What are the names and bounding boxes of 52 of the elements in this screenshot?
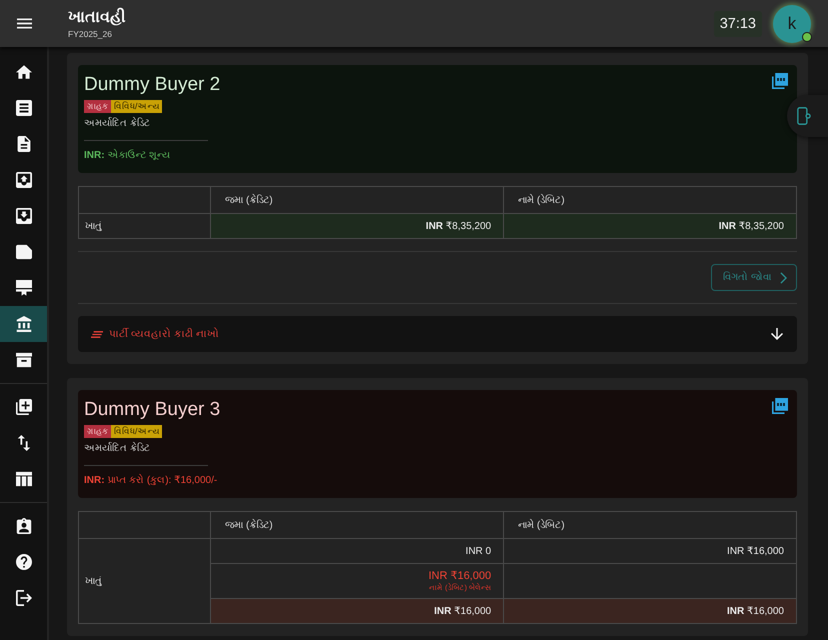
row-header: ખાતું	[78, 214, 211, 238]
delete-transactions-button[interactable]: પાર્ટી વ્યવહારો કાઢી નાખો	[78, 316, 797, 352]
note-icon	[16, 244, 32, 260]
category-label: વિવિધ/અન્ય	[111, 100, 162, 113]
balance-summary: INR: પ્રાપ્ત કરો (કુલ): ₹16,000/-	[84, 474, 218, 488]
upload-tray-icon	[16, 172, 32, 188]
category-label: વિવિધ/અન્ય	[111, 425, 162, 438]
row-header: ખાતું	[78, 538, 211, 624]
app-title: ખાતાવહી	[68, 7, 126, 28]
clipboard-person-icon	[16, 518, 32, 534]
table-cell: INR 0	[210, 538, 504, 564]
avatar-button[interactable]: k	[773, 4, 811, 42]
column-header: નામે (ડેબિટ)	[504, 512, 796, 538]
text-page-icon	[16, 100, 32, 116]
home-icon	[16, 64, 32, 80]
table-cell: INR ₹16,000	[504, 598, 796, 624]
fiscal-year-label: FY2025_26	[68, 29, 113, 40]
chevron-right-icon	[780, 272, 787, 284]
table-cell: INR ₹8,35,200	[504, 214, 796, 238]
party-name: Dummy Buyer 3	[84, 398, 220, 422]
table-cell: INR ₹16,000	[210, 598, 504, 624]
stacked-pages-icon[interactable]	[772, 398, 788, 414]
party-name: Dummy Buyer 2	[84, 73, 220, 97]
card-ribbon-icon	[16, 280, 32, 296]
arrow-down-icon	[771, 328, 783, 340]
table-cell: INR ₹8,35,200	[210, 214, 504, 238]
logout-icon	[16, 590, 32, 606]
archive-box-icon	[16, 352, 32, 368]
menu-icon[interactable]	[16, 18, 32, 29]
download-tray-icon	[16, 208, 32, 224]
category-label: ગ્રાહક	[84, 425, 111, 438]
session-timer: 37:13	[714, 10, 762, 36]
category-label: ગ્રાહક	[84, 100, 111, 113]
file-icon	[16, 136, 32, 152]
table-icon	[16, 471, 32, 487]
table-cell: INR ₹16,000	[504, 538, 796, 564]
amount-text: INR ₹16,000	[427, 570, 492, 582]
bank-icon	[16, 316, 32, 332]
stacked-lines-icon	[91, 330, 103, 338]
balance-summary: INR: એકાઉન્ટ શૂન્ય	[84, 149, 170, 163]
credit-limit-text: અમર્યાદિત ક્રેડિટ	[84, 117, 150, 131]
column-header: જમા (ક્રેડિટ)	[210, 186, 504, 214]
credit-limit-text: અમર્યાદિત ક્રેડિટ	[84, 442, 150, 456]
swap-arrows-icon	[16, 435, 32, 451]
column-header: નામે (ડેબિટ)	[504, 186, 796, 214]
sidebar-item[interactable]	[0, 306, 47, 342]
stacked-pages-icon[interactable]	[772, 73, 788, 89]
phone-gear-icon	[797, 107, 811, 125]
view-details-button[interactable]: વિગતો જોવા	[711, 264, 797, 291]
add-stack-icon	[16, 399, 32, 415]
column-header: જમા (ક્રેડિટ)	[210, 512, 504, 538]
help-icon	[16, 554, 32, 570]
